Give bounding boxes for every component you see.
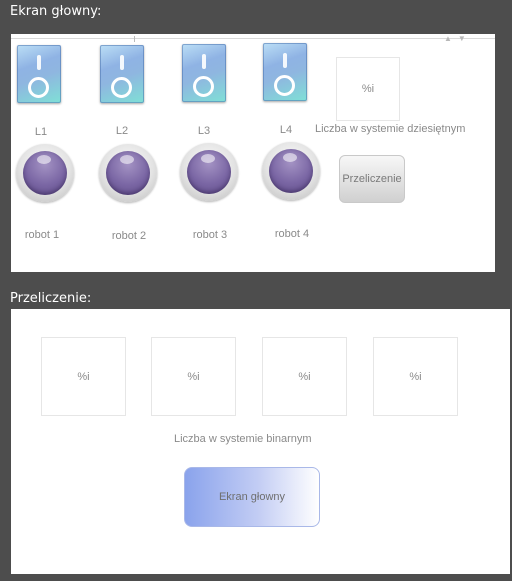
switch-l2[interactable] [100, 45, 144, 103]
switch-l3[interactable] [182, 44, 226, 102]
robot-2-knob[interactable] [99, 144, 157, 202]
robot-4-knob[interactable] [262, 142, 320, 200]
binary-digit-2: %i [151, 337, 236, 416]
robot-label-3: robot 3 [192, 229, 228, 241]
switch-l1[interactable] [17, 45, 61, 103]
power-line-icon [283, 53, 287, 68]
scroll-arrows-icon[interactable]: ▲▼ [444, 34, 472, 43]
power-line-icon [120, 55, 124, 70]
power-ring-icon [111, 77, 132, 98]
conversion-screen-header: Przeliczenie: [10, 291, 92, 306]
robot-label-2: robot 2 [111, 230, 147, 242]
divider-tick [134, 36, 135, 42]
robot-1-knob[interactable] [16, 144, 74, 202]
binary-digit-4: %i [373, 337, 458, 416]
robot-3-knob[interactable] [180, 143, 238, 201]
convert-button[interactable]: Przeliczenie [339, 155, 405, 203]
main-screen-header: Ekran głowny: [10, 4, 102, 19]
binary-digit-1: %i [41, 337, 126, 416]
robot-label-4: robot 4 [274, 228, 310, 240]
conversion-screen-panel: %i %i %i %i Liczba w systemie binarnym E… [11, 309, 510, 574]
switch-label-l3: L3 [197, 125, 211, 137]
switch-label-l1: L1 [34, 126, 48, 138]
switch-label-l4: L4 [279, 124, 293, 136]
main-screen-button[interactable]: Ekran głowny [184, 467, 320, 527]
power-line-icon [202, 54, 206, 69]
main-screen-panel: ▲▼ L1 L2 L3 L4 %i Liczba w systemie dzie… [11, 34, 495, 272]
power-ring-icon [274, 75, 295, 96]
switch-l4[interactable] [263, 43, 307, 101]
power-ring-icon [193, 76, 214, 97]
decimal-value-display: %i [336, 57, 400, 121]
power-line-icon [37, 55, 41, 70]
binary-caption: Liczba w systemie binarnym [174, 433, 312, 445]
switch-label-l2: L2 [115, 125, 129, 137]
robot-label-1: robot 1 [24, 229, 60, 241]
power-ring-icon [28, 77, 49, 98]
divider-line [11, 38, 495, 39]
binary-digit-3: %i [262, 337, 347, 416]
decimal-caption: Liczba w systemie dziesiętnym [315, 123, 466, 135]
